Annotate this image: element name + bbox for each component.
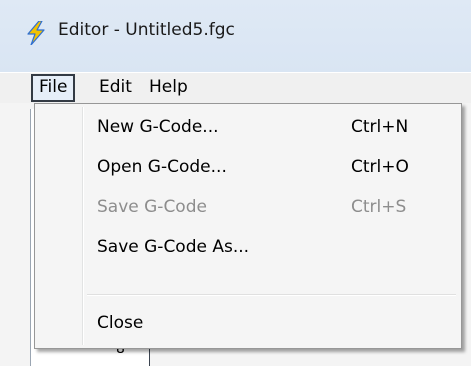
screenshot-stage: Editor - Untitled5.fgc File Edit Help 8 … [0,0,471,366]
menu-item-open-gcode[interactable]: Open G-Code... Ctrl+O [38,149,458,187]
menu-separator [87,294,456,296]
menu-item-shortcut: Ctrl+O [351,157,409,177]
menu-item-shortcut: Ctrl+N [351,117,409,137]
file-menu-dropdown: New G-Code... Ctrl+N Open G-Code... Ctrl… [34,103,462,349]
menu-item-save-gcode: Save G-Code Ctrl+S [38,189,458,227]
menu-item-label: Close [97,313,144,333]
window-title: Editor - Untitled5.fgc [58,20,235,40]
menu-help[interactable]: Help [141,75,196,99]
editor-window: Editor - Untitled5.fgc File Edit Help 8 … [0,0,471,366]
menu-file[interactable]: File [31,74,76,102]
menu-item-label: Save G-Code [97,197,207,217]
menu-bar: File Edit Help [0,72,471,103]
menu-item-save-gcode-as[interactable]: Save G-Code As... [38,229,458,267]
menu-item-label: New G-Code... [97,117,219,137]
title-bar[interactable]: Editor - Untitled5.fgc [0,0,471,56]
menu-item-label: Open G-Code... [97,157,227,177]
menu-item-shortcut: Ctrl+S [351,197,407,217]
lightning-bolt-icon [27,21,45,45]
menu-item-new-gcode[interactable]: New G-Code... Ctrl+N [38,109,458,147]
menu-item-label: Save G-Code As... [97,237,250,257]
menu-item-close[interactable]: Close [38,305,458,343]
menu-edit[interactable]: Edit [91,75,140,99]
